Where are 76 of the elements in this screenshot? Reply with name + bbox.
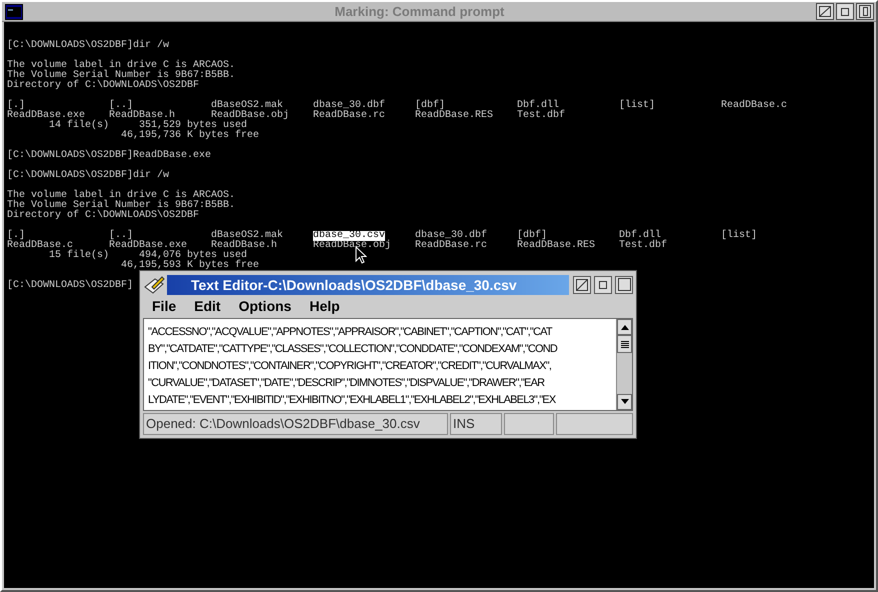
console-line: [C:\DOWNLOADS\OS2DBF] [7, 280, 134, 291]
file-name: Dbf.dll [619, 231, 662, 241]
console-line: The Volume Serial Number is 9B67:B5BB. [7, 200, 236, 211]
menu-item[interactable]: Help [309, 296, 340, 317]
file-name: dbase_30.csv [313, 231, 386, 241]
text-line: BY","CATDATE","CATTYPE","CLASSES","COLLECTION","CONDDATE","CONDEXAM","COND [148, 342, 558, 358]
file-name: Test.dbf [517, 111, 566, 121]
file-name: ReadDBase.h [211, 241, 278, 251]
menu-item[interactable]: Edit [194, 296, 221, 317]
file-name: ReadDBase.rc [313, 111, 386, 121]
square-icon [841, 8, 849, 16]
file-count: 14 file(s) [49, 121, 110, 131]
text-line: "CURVALUE","DATASET","DATE","DESCRIP","DIMNOTES","DISPVALUE","DRAWER","EAR [148, 376, 544, 392]
text-line: LYDATE","EVENT","EXHIBITID","EXHIBITNO","EXHLABEL1","EXHLABEL2","EXHLABEL3","EX [148, 393, 556, 408]
minimize-button[interactable] [816, 3, 834, 20]
text-line: ITION","CONDNOTES","CONTAINER","COPYRIGHT","CREATOR","CREDIT","CURVALMAX", [148, 359, 552, 374]
file-name: [dbf] [517, 231, 548, 241]
text-line: "ACCESSNO","ACQVALUE","APPNOTES","APPRAISOR","CABINET","CAPTION","CAT","CAT [148, 325, 552, 340]
file-name: ReadDBase.c [7, 241, 74, 251]
file-count: 15 file(s) [49, 251, 110, 261]
file-name: ReadDBase.obj [313, 241, 392, 251]
scroll-thumb[interactable] [617, 335, 632, 354]
status-pane [504, 412, 554, 435]
file-name: dBaseOS2.mak [211, 101, 284, 111]
file-name: dbase_30.dbf [313, 101, 386, 111]
status-message: Opened: C:\Downloads\OS2DBF\dbase_30.csv [143, 412, 448, 435]
up-arrow-icon [620, 324, 628, 330]
pencil-notepad-icon[interactable] [143, 274, 165, 295]
window-title: Text Editor-C:\Downloads\OS2DBF\dbase_30.csv [167, 274, 569, 295]
menu-item[interactable]: Options [238, 296, 292, 317]
scroll-down-button[interactable] [617, 394, 632, 410]
file-name: [dbf] [415, 101, 446, 111]
down-arrow-icon [620, 399, 628, 404]
file-name: ReadDBase.RES [415, 111, 494, 121]
file-name: [list] [619, 101, 656, 111]
text-area[interactable] [144, 319, 616, 410]
console-line: The volume label in drive C is ARCAOS. [7, 190, 236, 201]
scroll-up-button[interactable] [617, 319, 632, 336]
bytes-free: 46,195,593 K bytes free [121, 261, 260, 271]
file-name: dbase_30.dbf [415, 231, 488, 241]
file-name: Test.dbf [619, 241, 668, 251]
restore-button[interactable] [836, 3, 854, 20]
vertical-scrollbar[interactable] [616, 319, 632, 410]
console-line: [C:\DOWNLOADS\OS2DBF]dir /w [7, 40, 170, 51]
bytes-free: 46,195,736 K bytes free [121, 131, 260, 141]
console-line: [C:\DOWNLOADS\OS2DBF]ReadDBase.exe [7, 150, 212, 161]
console-line: Directory of C:\DOWNLOADS\OS2DBF [7, 80, 200, 91]
console-line: The volume label in drive C is ARCAOS. [7, 60, 236, 71]
minimize-button[interactable] [573, 276, 591, 294]
insert-mode-indicator: INS [450, 412, 502, 435]
square-icon [599, 280, 607, 289]
file-name: [.] [7, 231, 26, 241]
console-line: The Volume Serial Number is 9B67:B5BB. [7, 70, 236, 81]
window-title: Marking: Command prompt [334, 2, 506, 21]
console-line: Directory of C:\DOWNLOADS\OS2DBF [7, 210, 200, 221]
console-window-icon[interactable] [5, 4, 23, 20]
file-name: [.] [7, 101, 26, 111]
bytes-used: 494,076 bytes used [139, 251, 248, 261]
file-name: ReadDBase.obj [211, 111, 290, 121]
file-name: Dbf.dll [517, 101, 560, 111]
file-name: [..] [109, 231, 134, 241]
file-name: ReadDBase.RES [517, 241, 596, 251]
file-name: ReadDBase.rc [415, 241, 488, 251]
menu-item[interactable]: File [152, 296, 176, 317]
console-line: [C:\DOWNLOADS\OS2DBF]dir /w [7, 170, 170, 181]
maximize-button[interactable] [615, 276, 633, 294]
file-name: dBaseOS2.mak [211, 231, 284, 241]
file-name: ReadDBase.h [109, 111, 176, 121]
restore-button[interactable] [594, 276, 612, 294]
file-name: ReadDBase.c [721, 101, 788, 111]
bytes-used: 351,529 bytes used [139, 121, 248, 131]
file-name: ReadDBase.exe [7, 111, 86, 121]
file-name: [list] [721, 231, 758, 241]
file-name: ReadDBase.exe [109, 241, 188, 251]
maximize-button[interactable] [856, 3, 874, 20]
file-name: [..] [109, 101, 134, 111]
